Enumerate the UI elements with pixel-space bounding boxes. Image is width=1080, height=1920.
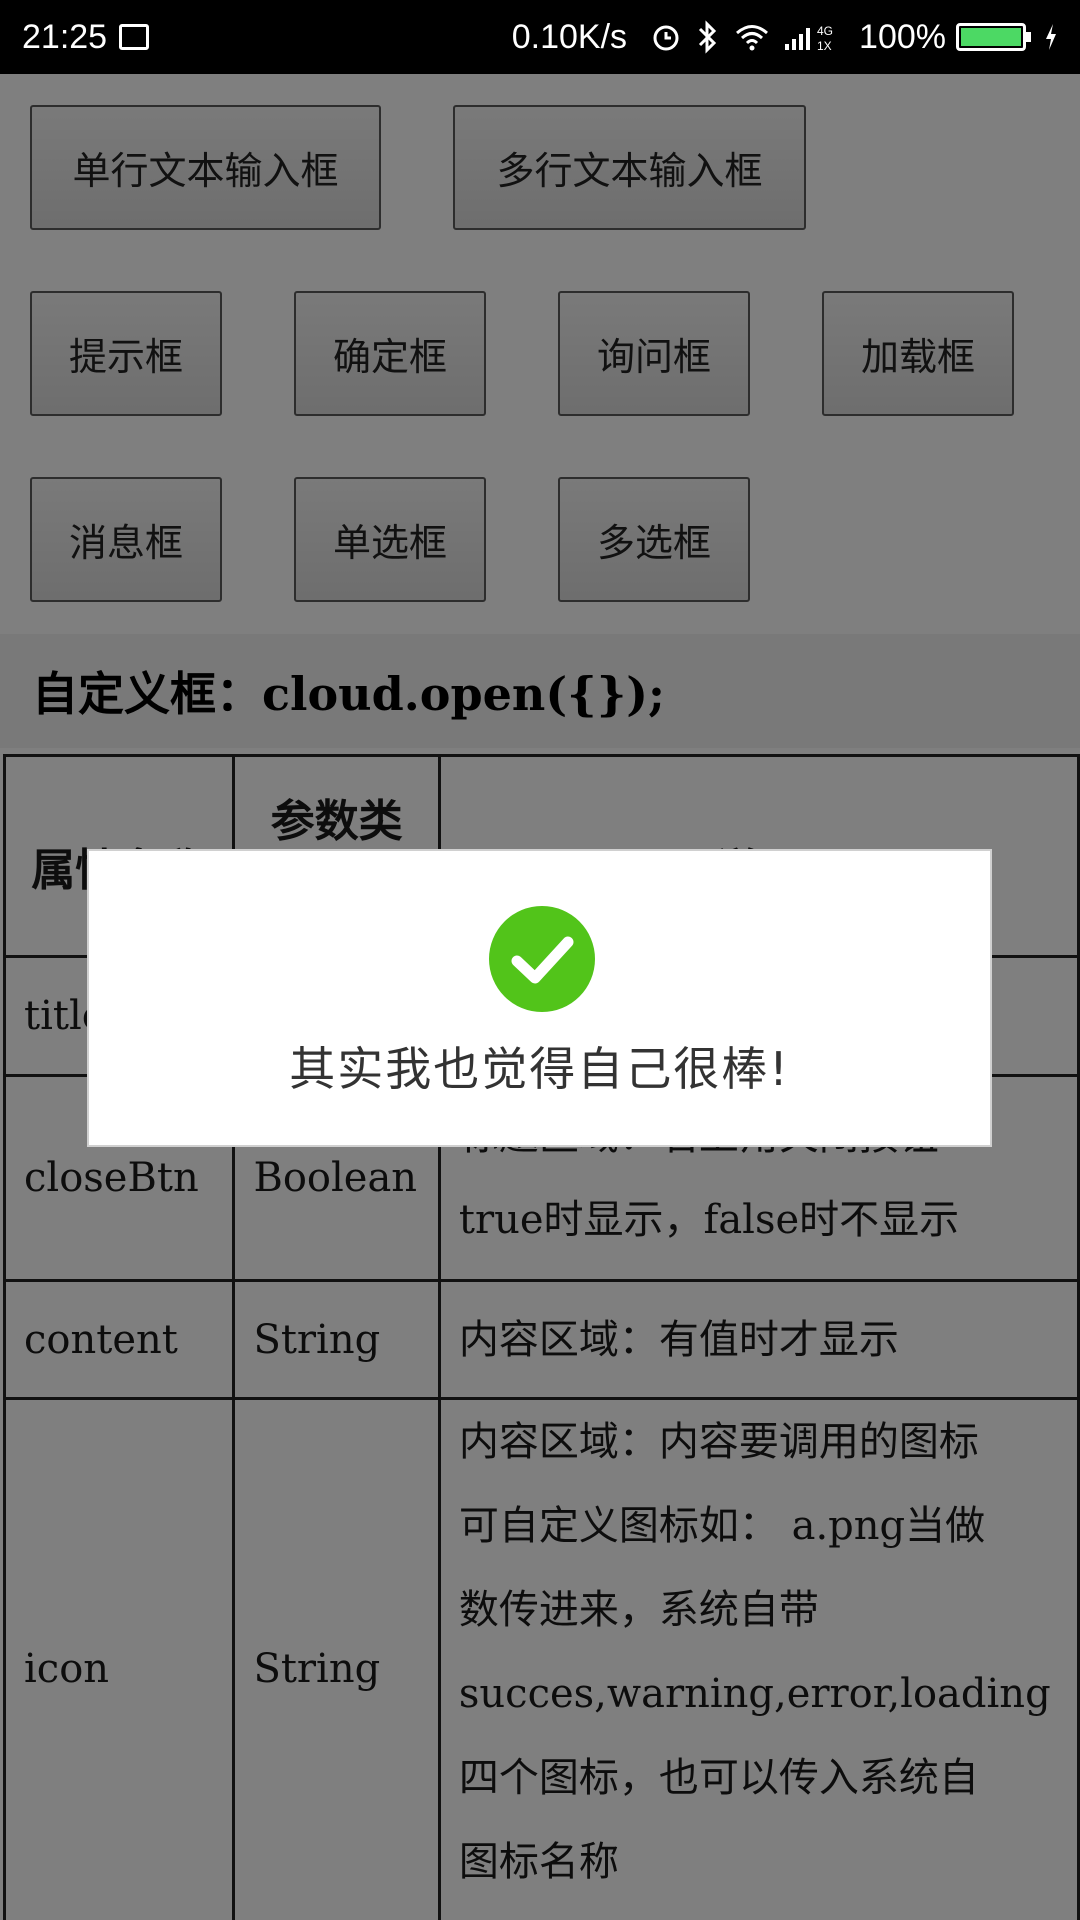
success-toast: 其实我也觉得自己很棒! bbox=[87, 849, 992, 1147]
status-bar: 21:25 0.10K/s 4G 1X 100% bbox=[0, 0, 1080, 74]
alarm-icon bbox=[651, 22, 681, 52]
battery-percent: 100% bbox=[859, 17, 946, 56]
battery-level bbox=[961, 28, 1021, 46]
svg-text:1X: 1X bbox=[817, 39, 832, 52]
svg-text:4G: 4G bbox=[817, 24, 833, 38]
charging-icon bbox=[1044, 23, 1058, 51]
wifi-icon bbox=[735, 23, 769, 51]
check-circle-icon bbox=[489, 906, 595, 1016]
toast-message: 其实我也觉得自己很棒! bbox=[289, 1042, 790, 1096]
signal-icon: 4G 1X bbox=[785, 22, 843, 52]
network-speed: 0.10K/s bbox=[511, 17, 628, 56]
bluetooth-icon bbox=[697, 20, 719, 54]
screenshot-icon bbox=[119, 24, 150, 50]
battery-icon bbox=[956, 23, 1031, 51]
status-time: 21:25 bbox=[22, 17, 108, 56]
